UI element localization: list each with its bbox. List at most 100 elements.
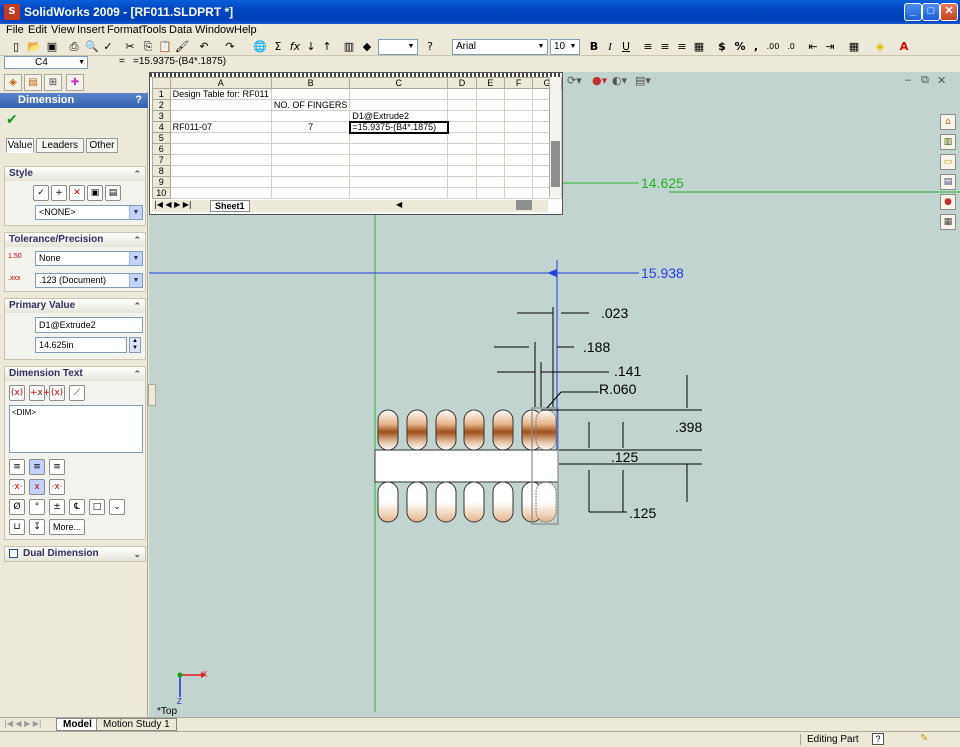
open-icon[interactable]: 📂 xyxy=(26,39,42,55)
configurationmanager-tab-icon[interactable]: ⊞ xyxy=(44,74,62,91)
cell[interactable] xyxy=(169,99,272,111)
font-size-select[interactable]: 10 ▼ xyxy=(550,39,580,55)
view-settings-icon[interactable]: ▤▾ xyxy=(635,74,651,87)
sheet-nav-icons[interactable]: |◀ ◀ ▶ ▶| xyxy=(154,200,192,209)
justify-right-icon[interactable]: ≡ xyxy=(49,459,65,475)
file-explorer-icon[interactable]: ▭ xyxy=(940,154,956,170)
justify-left-icon[interactable]: ≡ xyxy=(9,459,25,475)
cell[interactable] xyxy=(270,110,351,122)
pin-icon[interactable]: ✎ xyxy=(920,733,928,744)
view-palette-icon[interactable]: ▤ xyxy=(940,174,956,190)
scene-icon[interactable]: ◐▾ xyxy=(612,74,627,87)
add-parentheses-icon[interactable]: (x) xyxy=(9,385,25,401)
sheet-tab-sheet1[interactable]: Sheet1 xyxy=(210,200,250,212)
row-header[interactable]: 8 xyxy=(152,165,171,177)
apply-default-style-icon[interactable]: ✓ xyxy=(33,185,49,201)
chart-icon[interactable]: ▥ xyxy=(341,39,357,55)
menu-edit[interactable]: Edit xyxy=(28,24,47,36)
text-position-3-icon[interactable]: ·x· xyxy=(49,479,65,495)
delete-style-icon[interactable]: ✕ xyxy=(69,185,85,201)
cell-b2[interactable]: NO. OF FINGERS xyxy=(270,99,351,111)
cell[interactable] xyxy=(475,99,506,111)
more-button[interactable]: More... xyxy=(49,519,85,535)
degree-symbol-icon[interactable]: ° xyxy=(29,499,45,515)
dimension-125-bottom[interactable]: .125 xyxy=(629,505,656,521)
minimize-doc-icon[interactable]: – xyxy=(905,74,911,86)
tab-leaders[interactable]: Leaders xyxy=(36,138,84,153)
precision-select[interactable]: .123 (Document) ▼ xyxy=(35,273,143,288)
paste-icon[interactable]: 📋 xyxy=(157,39,173,55)
primary-value-header[interactable]: Primary Value ⌃ xyxy=(5,299,145,313)
cell[interactable] xyxy=(504,99,534,111)
menu-window[interactable]: Window xyxy=(195,24,234,36)
dimension-14625[interactable]: 14.625 xyxy=(641,175,684,191)
dimension-name-field[interactable]: D1@Extrude2 xyxy=(35,317,143,333)
undo-icon[interactable]: ↶ xyxy=(196,39,212,55)
h-scroll-thumb[interactable] xyxy=(516,200,532,210)
col-header-c[interactable]: C xyxy=(349,77,449,89)
add-style-icon[interactable]: + xyxy=(51,185,67,201)
more-symbols-dropdown-icon[interactable]: ⌄ xyxy=(109,499,125,515)
dimension-r060[interactable]: R.060 xyxy=(599,381,636,397)
row-header[interactable]: 9 xyxy=(152,176,171,188)
style-header[interactable]: Style ⌃ xyxy=(5,167,145,181)
cell[interactable] xyxy=(447,88,477,100)
home-icon[interactable]: ⌂ xyxy=(940,114,956,130)
menu-insert[interactable]: Insert xyxy=(77,24,105,36)
col-header-d[interactable]: D xyxy=(447,77,477,89)
tab-value[interactable]: Value xyxy=(6,138,34,153)
menu-file[interactable]: File xyxy=(6,24,24,36)
autosum-icon[interactable]: Σ xyxy=(270,39,286,55)
menu-format[interactable]: Format xyxy=(107,24,142,36)
featuremanager-tab-icon[interactable]: ◈ xyxy=(4,74,22,91)
cell-c3[interactable]: D1@Extrude2 xyxy=(349,110,449,122)
cell[interactable] xyxy=(504,88,534,100)
text-position-2-icon[interactable]: x xyxy=(29,479,45,495)
decrease-decimal-icon[interactable]: .0 xyxy=(783,39,799,55)
col-header-f[interactable]: F xyxy=(504,77,534,89)
help-icon[interactable]: ? xyxy=(872,733,884,745)
underline-button[interactable]: U xyxy=(618,39,634,55)
dimension-text-header[interactable]: Dimension Text ⌃ xyxy=(5,367,145,381)
col-header-a[interactable]: A xyxy=(169,77,272,89)
cell[interactable] xyxy=(475,110,506,122)
vertical-scrollbar[interactable] xyxy=(549,77,561,197)
percent-button[interactable]: % xyxy=(732,39,748,55)
menu-view[interactable]: View xyxy=(51,24,75,36)
help-button[interactable]: ? xyxy=(135,93,142,108)
italic-button[interactable]: I xyxy=(602,39,618,55)
help-icon[interactable]: ? xyxy=(422,39,438,55)
close-doc-icon[interactable]: ✕ xyxy=(937,74,946,87)
cell[interactable] xyxy=(349,88,449,100)
align-left-icon[interactable]: ≡ xyxy=(640,39,656,55)
zoom-select[interactable]: ▼ xyxy=(378,39,418,55)
cell-a1[interactable]: Design Table for: RF011 xyxy=(169,88,272,100)
sort-descending-icon[interactable]: ↑ xyxy=(319,39,335,55)
cell[interactable] xyxy=(475,121,506,133)
fill-color-icon[interactable]: ◈ xyxy=(872,39,888,55)
row-header[interactable]: 10 xyxy=(152,187,171,199)
view-orientation-icon[interactable]: ⟳▾ xyxy=(567,74,582,87)
propertymanager-tab-icon[interactable]: ▤ xyxy=(24,74,42,91)
increase-decimal-icon[interactable]: .00 xyxy=(765,39,781,55)
formula-input[interactable]: =15.9375-(B4*.1875) xyxy=(133,56,226,67)
restore-doc-icon[interactable]: ⧉ xyxy=(921,74,929,87)
design-library-icon[interactable]: ▥ xyxy=(940,134,956,150)
dimension-398[interactable]: .398 xyxy=(675,419,702,435)
redo-icon[interactable]: ↷ xyxy=(222,39,238,55)
corner-cell[interactable] xyxy=(152,77,171,89)
value-spinner[interactable]: ▲ ▼ xyxy=(129,337,141,353)
panel-collapse-handle[interactable] xyxy=(148,384,156,406)
dimension-141[interactable]: .141 xyxy=(614,363,641,379)
print-preview-icon[interactable]: 🔍 xyxy=(84,39,100,55)
col-header-b[interactable]: B xyxy=(270,77,351,89)
inspection-dimension-icon[interactable]: (x) xyxy=(49,385,65,401)
row-header[interactable]: 5 xyxy=(152,132,171,144)
comma-button[interactable]: , xyxy=(748,39,764,55)
cell[interactable] xyxy=(475,88,506,100)
copy-icon[interactable]: ⎘ xyxy=(140,39,156,55)
cell[interactable] xyxy=(504,121,534,133)
function-icon[interactable]: fx xyxy=(287,39,303,55)
dimension-188[interactable]: .188 xyxy=(583,339,610,355)
print-icon[interactable]: ⎙ xyxy=(66,39,82,55)
